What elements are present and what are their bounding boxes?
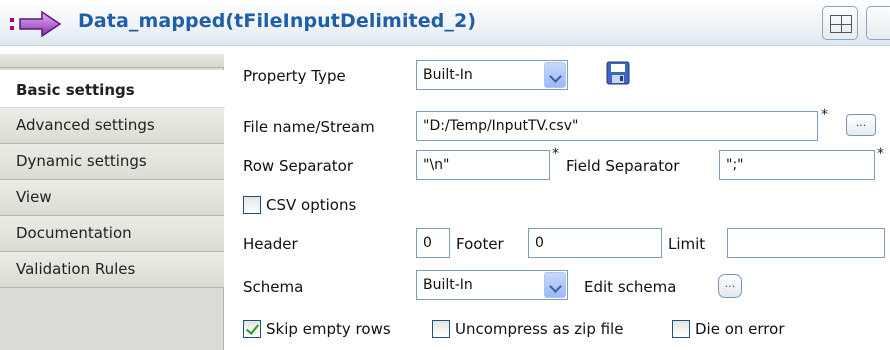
field-separator-label: Field Separator <box>566 157 680 175</box>
field-separator-input[interactable]: ";" <box>719 150 875 180</box>
grid-layout-icon <box>830 15 852 33</box>
sidebar-top-strip <box>0 54 224 68</box>
property-type-value: Built-In <box>423 67 473 83</box>
edit-schema-label: Edit schema <box>584 278 677 296</box>
required-mark: * <box>877 146 884 162</box>
footer-label: Footer <box>456 235 504 253</box>
property-type-select[interactable]: Built-In <box>416 60 568 90</box>
row-separator-input[interactable]: "\n" <box>416 150 550 180</box>
csv-options-label: CSV options <box>266 196 357 214</box>
tab-documentation[interactable]: Documentation <box>0 216 224 252</box>
edit-schema-button[interactable]: ... <box>718 274 742 298</box>
required-mark: * <box>821 107 828 123</box>
limit-label: Limit <box>668 235 706 253</box>
file-name-input[interactable]: "D:/Temp/InputTV.csv" <box>416 111 818 141</box>
limit-input[interactable] <box>727 228 885 258</box>
header-input[interactable]: 0 <box>416 228 450 258</box>
csv-options-checkbox[interactable] <box>243 196 261 214</box>
header-label: Header <box>243 235 298 253</box>
schema-label: Schema <box>243 278 304 296</box>
save-icon[interactable] <box>606 61 630 85</box>
browse-file-button[interactable]: ... <box>846 114 876 136</box>
schema-value: Built-In <box>423 277 473 293</box>
layout-view-button-2[interactable] <box>866 6 890 40</box>
uncompress-zip-label: Uncompress as zip file <box>455 320 624 338</box>
layout-view-button[interactable] <box>822 6 858 40</box>
skip-empty-rows-label: Skip empty rows <box>266 320 391 338</box>
tab-validation-rules[interactable]: Validation Rules <box>0 252 224 288</box>
die-on-error-checkbox[interactable] <box>672 320 690 338</box>
tab-basic-settings[interactable]: Basic settings <box>0 70 225 108</box>
tab-advanced-settings[interactable]: Advanced settings <box>0 108 224 144</box>
tab-view[interactable]: View <box>0 180 224 216</box>
die-on-error-label: Die on error <box>695 320 785 338</box>
footer-input[interactable]: 0 <box>528 228 662 258</box>
property-type-label: Property Type <box>243 67 346 85</box>
component-title-bar: Data_mapped(tFileInputDelimited_2) <box>0 0 890 46</box>
row-separator-label: Row Separator <box>243 157 354 175</box>
chevron-down-icon[interactable] <box>544 272 566 298</box>
file-name-label: File name/Stream <box>243 118 375 136</box>
component-title: Data_mapped(tFileInputDelimited_2) <box>78 10 477 32</box>
skip-empty-rows-checkbox[interactable] <box>243 320 261 338</box>
arrow-right-icon <box>19 10 62 38</box>
chevron-down-icon[interactable] <box>544 62 566 88</box>
schema-select[interactable]: Built-In <box>416 270 568 300</box>
tab-dynamic-settings[interactable]: Dynamic settings <box>0 144 224 180</box>
settings-sidebar: Basic settings Advanced settings Dynamic… <box>0 54 225 350</box>
grip-icon <box>10 18 14 34</box>
uncompress-zip-checkbox[interactable] <box>432 320 450 338</box>
required-mark: * <box>552 146 559 162</box>
